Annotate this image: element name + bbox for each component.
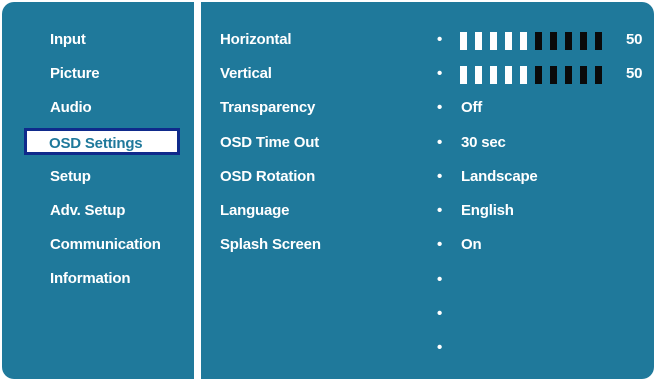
bullet: • — [437, 305, 443, 322]
setting-label: Horizontal — [220, 31, 292, 48]
setting-row-transparency[interactable]: Transparency • Off — [201, 94, 654, 122]
slider-segment-filled — [505, 32, 512, 50]
menu-item-label: Setup — [50, 168, 91, 185]
slider-segment-empty — [535, 66, 542, 84]
settings-panel: Horizontal • 50 Vertical • 50 Transparen… — [201, 2, 654, 379]
setting-row-splash-screen[interactable]: Splash Screen • On — [201, 231, 654, 259]
setting-row-language[interactable]: Language • English — [201, 197, 654, 225]
slider-segment-empty — [580, 32, 587, 50]
transparency-value: Off — [461, 99, 483, 116]
bullet: • — [437, 271, 443, 288]
setting-row-horizontal[interactable]: Horizontal • 50 — [201, 26, 654, 54]
menu-item-communication[interactable]: Communication — [24, 231, 184, 259]
menu-item-setup[interactable]: Setup — [24, 163, 184, 191]
menu-item-label: Audio — [50, 99, 92, 116]
horizontal-value: 50 — [626, 31, 643, 48]
bullet: • — [437, 31, 443, 48]
menu-item-label: Input — [50, 31, 86, 48]
setting-label: Vertical — [220, 65, 272, 82]
menu-item-label: Information — [50, 270, 131, 287]
setting-label: Language — [220, 202, 290, 219]
slider-segment-filled — [490, 66, 497, 84]
menu-item-label: OSD Settings — [49, 135, 143, 152]
slider-segment-empty — [565, 32, 572, 50]
menu-item-information[interactable]: Information — [24, 265, 184, 293]
slider-segment-empty — [550, 32, 557, 50]
osd-rotation-value: Landscape — [461, 168, 538, 185]
slider-segment-empty — [535, 32, 542, 50]
horizontal-slider[interactable] — [460, 32, 610, 50]
bullet: • — [437, 134, 443, 151]
slider-segment-filled — [475, 66, 482, 84]
slider-segment-empty — [580, 66, 587, 84]
setting-row-empty: • — [201, 300, 654, 328]
bullet: • — [437, 339, 443, 356]
vertical-slider[interactable] — [460, 66, 610, 84]
setting-row-osd-time-out[interactable]: OSD Time Out • 30 sec — [201, 129, 654, 157]
slider-segment-filled — [520, 66, 527, 84]
osd-time-out-value: 30 sec — [461, 134, 506, 151]
menu-item-label: Adv. Setup — [50, 202, 126, 219]
vertical-value: 50 — [626, 65, 643, 82]
menu-item-picture[interactable]: Picture — [24, 60, 184, 88]
setting-label: OSD Rotation — [220, 168, 316, 185]
slider-segment-filled — [505, 66, 512, 84]
menu-item-adv-setup[interactable]: Adv. Setup — [24, 197, 184, 225]
main-menu-panel: Input Picture Audio OSD Settings Setup A… — [2, 2, 194, 379]
menu-item-input[interactable]: Input — [24, 26, 184, 54]
setting-row-osd-rotation[interactable]: OSD Rotation • Landscape — [201, 163, 654, 191]
setting-row-empty: • — [201, 266, 654, 294]
bullet: • — [437, 202, 443, 219]
bullet: • — [437, 99, 443, 116]
slider-segment-empty — [595, 66, 602, 84]
splash-screen-value: On — [461, 236, 482, 253]
bullet: • — [437, 65, 443, 82]
setting-label: OSD Time Out — [220, 134, 320, 151]
menu-item-label: Picture — [50, 65, 100, 82]
setting-label: Transparency — [220, 99, 316, 116]
setting-row-empty: • — [201, 334, 654, 362]
slider-segment-filled — [520, 32, 527, 50]
slider-segment-filled — [475, 32, 482, 50]
setting-label: Splash Screen — [220, 236, 321, 253]
menu-item-label: Communication — [50, 236, 161, 253]
slider-segment-empty — [595, 32, 602, 50]
slider-segment-filled — [460, 66, 467, 84]
slider-segment-filled — [490, 32, 497, 50]
menu-item-audio[interactable]: Audio — [24, 94, 184, 122]
osd-menu: Input Picture Audio OSD Settings Setup A… — [2, 2, 654, 379]
slider-segment-empty — [550, 66, 557, 84]
language-value: English — [461, 202, 514, 219]
slider-segment-empty — [565, 66, 572, 84]
menu-item-osd-settings[interactable]: OSD Settings — [24, 128, 180, 155]
bullet: • — [437, 236, 443, 253]
setting-row-vertical[interactable]: Vertical • 50 — [201, 60, 654, 88]
bullet: • — [437, 168, 443, 185]
slider-segment-filled — [460, 32, 467, 50]
